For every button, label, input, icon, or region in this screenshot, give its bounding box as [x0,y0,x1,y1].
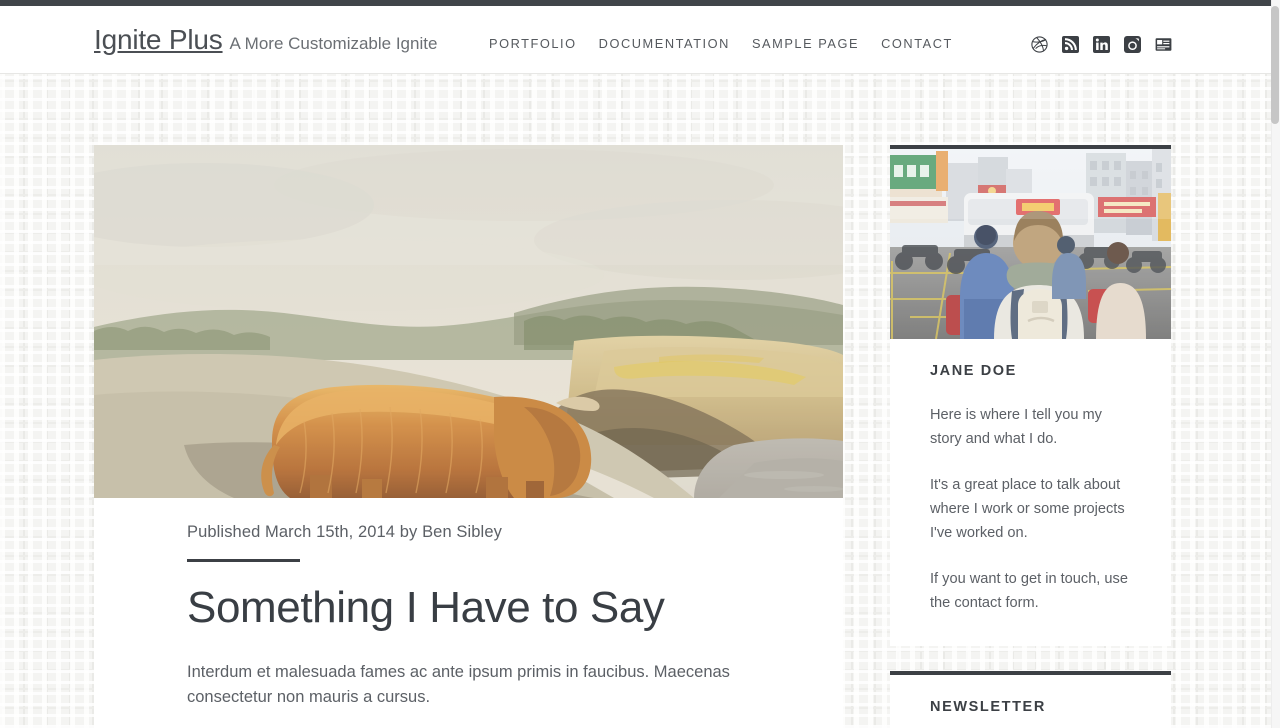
about-widget-content: JANE DOE Here is where I tell you my sto… [890,339,1171,646]
sidebar: JANE DOE Here is where I tell you my sto… [890,145,1171,728]
instagram-icon[interactable] [1124,36,1141,53]
meta-divider [187,559,300,562]
featured-image-artwork [94,145,843,498]
nav-item-sample-page[interactable]: SAMPLE PAGE [741,36,870,51]
widget-newsletter: NEWSLETTER [890,670,1171,728]
about-image-artwork [890,149,1171,339]
post-body: Published March 15th, 2014 by Ben Sibley… [94,498,843,728]
dribbble-icon[interactable] [1031,36,1048,53]
nav-item-contact[interactable]: CONTACT [870,36,964,51]
vertical-scrollbar[interactable] [1271,0,1280,728]
site-header: Ignite Plus A More Customizable Ignite PO… [0,6,1271,74]
site-branding: Ignite Plus A More Customizable Ignite [94,24,437,56]
social-links[interactable] [1031,36,1172,53]
about-widget-title: JANE DOE [930,363,1017,379]
about-paragraph-3: If you want to get in touch, use the con… [930,571,1128,612]
contact-card-icon[interactable] [1155,36,1172,53]
post-meta: Published March 15th, 2014 by Ben Sibley [187,523,502,541]
site-description: A More Customizable Ignite [229,34,438,53]
featured-image[interactable] [94,145,843,498]
about-paragraph-2: It's a great place to talk about where I… [930,477,1125,542]
scrollbar-thumb[interactable] [1271,6,1279,124]
post-excerpt: Interdum et malesuada fames ac ante ipsu… [187,663,730,706]
post-title[interactable]: Something I Have to Say [187,583,750,632]
nav-item-portfolio[interactable]: PORTFOLIO [489,36,588,51]
newsletter-widget-title: NEWSLETTER [930,698,1046,715]
newsletter-widget-content: NEWSLETTER [890,675,1171,728]
widget-about: JANE DOE Here is where I tell you my sto… [890,145,1171,646]
about-image [890,149,1171,339]
main-content: Published March 15th, 2014 by Ben Sibley… [94,145,843,728]
primary-navigation[interactable]: PORTFOLIO DOCUMENTATION SAMPLE PAGE CONT… [489,36,964,51]
page-root: Ignite Plus A More Customizable Ignite PO… [0,0,1280,728]
site-title-link[interactable]: Ignite Plus [94,24,223,55]
linkedin-icon[interactable] [1093,36,1110,53]
nav-item-documentation[interactable]: DOCUMENTATION [588,36,741,51]
rss-icon[interactable] [1062,36,1079,53]
about-paragraph-1: Here is where I tell you my story and wh… [930,407,1102,448]
